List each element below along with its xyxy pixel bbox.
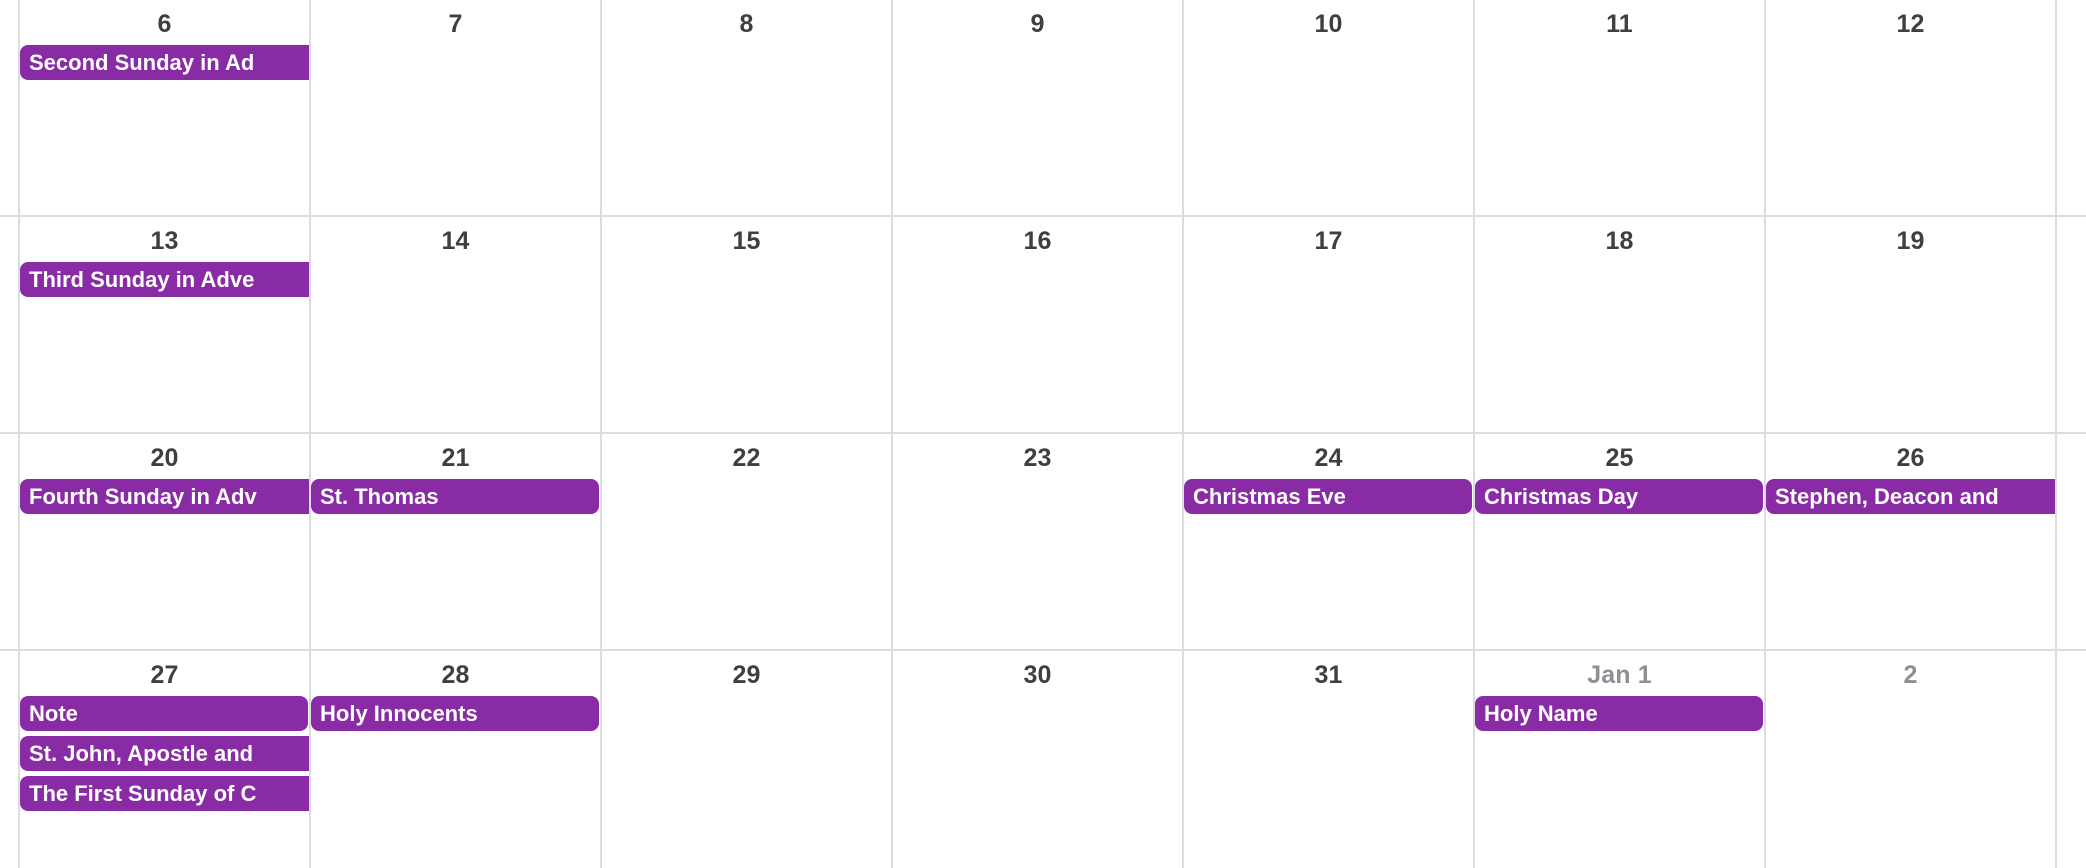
day-number[interactable]: 18: [1475, 226, 1764, 256]
calendar-week-row: 27 Note St. John, Apostle and The First Sun…: [0, 651, 2086, 868]
day-number[interactable]: 11: [1475, 9, 1764, 39]
day-number[interactable]: Jan 1: [1475, 660, 1764, 690]
calendar-day-cell[interactable]: 28 Holy Innocents: [311, 651, 602, 868]
calendar-event-pill[interactable]: Holy Innocents: [311, 696, 599, 731]
calendar-day-cell[interactable]: 22: [602, 434, 893, 649]
calendar-event-pill[interactable]: Christmas Eve: [1184, 479, 1472, 514]
day-number[interactable]: 7: [311, 9, 600, 39]
day-events-list: Fourth Sunday in Adv: [20, 479, 309, 514]
day-number[interactable]: 31: [1184, 660, 1473, 690]
calendar-day-cell[interactable]: 16: [893, 217, 1184, 432]
calendar-day-cell[interactable]: 20 Fourth Sunday in Adv: [20, 434, 311, 649]
day-number[interactable]: 13: [20, 226, 309, 256]
calendar-week-row: 20 Fourth Sunday in Adv 21 St. Thomas 22 23 24…: [0, 434, 2086, 651]
calendar-day-cell[interactable]: 29: [602, 651, 893, 868]
day-events-list: Second Sunday in Ad: [20, 45, 309, 80]
day-number[interactable]: 22: [602, 443, 891, 473]
day-number[interactable]: 8: [602, 9, 891, 39]
calendar-day-cell[interactable]: 25 Christmas Day: [1475, 434, 1766, 649]
calendar-day-cell[interactable]: 10: [1184, 0, 1475, 215]
day-number[interactable]: 25: [1475, 443, 1764, 473]
calendar-day-cell[interactable]: 23: [893, 434, 1184, 649]
day-events-list: Holy Innocents: [311, 696, 600, 731]
calendar-gutter-left: [0, 651, 20, 868]
calendar-day-cell[interactable]: 24 Christmas Eve: [1184, 434, 1475, 649]
day-number[interactable]: 23: [893, 443, 1182, 473]
calendar-day-cell[interactable]: 21 St. Thomas: [311, 434, 602, 649]
calendar-day-cell[interactable]: 17: [1184, 217, 1475, 432]
calendar-day-cell[interactable]: Jan 1 Holy Name: [1475, 651, 1766, 868]
day-number[interactable]: 17: [1184, 226, 1473, 256]
calendar-gutter-left: [0, 434, 20, 649]
calendar-event-pill[interactable]: Christmas Day: [1475, 479, 1763, 514]
calendar-day-cell[interactable]: 12: [1766, 0, 2057, 215]
calendar-day-cell[interactable]: 27 Note St. John, Apostle and The First Sun…: [20, 651, 311, 868]
calendar-week-row: 6 Second Sunday in Ad 7 8 9 10 11 12: [0, 0, 2086, 217]
calendar-gutter-right: [2057, 0, 2086, 215]
day-number[interactable]: 2: [1766, 660, 2055, 690]
calendar-day-cell[interactable]: 11: [1475, 0, 1766, 215]
calendar-day-cell[interactable]: 8: [602, 0, 893, 215]
calendar-event-pill[interactable]: Second Sunday in Ad: [20, 45, 309, 80]
day-number[interactable]: 24: [1184, 443, 1473, 473]
day-number[interactable]: 27: [20, 660, 309, 690]
day-events-list: St. Thomas: [311, 479, 600, 514]
day-number[interactable]: 12: [1766, 9, 2055, 39]
day-number[interactable]: 29: [602, 660, 891, 690]
calendar-gutter-right: [2057, 651, 2086, 868]
calendar-day-cell[interactable]: 7: [311, 0, 602, 215]
calendar-gutter-right: [2057, 434, 2086, 649]
day-events-list: Third Sunday in Adve: [20, 262, 309, 297]
day-number[interactable]: 6: [20, 9, 309, 39]
day-events-list: Christmas Day: [1475, 479, 1764, 514]
day-number[interactable]: 14: [311, 226, 600, 256]
calendar-event-pill[interactable]: St. Thomas: [311, 479, 599, 514]
calendar-event-pill[interactable]: Holy Name: [1475, 696, 1763, 731]
day-events-list: Christmas Eve: [1184, 479, 1473, 514]
day-number[interactable]: 10: [1184, 9, 1473, 39]
calendar-event-pill[interactable]: Fourth Sunday in Adv: [20, 479, 309, 514]
calendar-gutter-left: [0, 0, 20, 215]
calendar-day-cell[interactable]: 2: [1766, 651, 2057, 868]
calendar-gutter-right: [2057, 217, 2086, 432]
day-number[interactable]: 9: [893, 9, 1182, 39]
day-number[interactable]: 26: [1766, 443, 2055, 473]
calendar-day-cell[interactable]: 31: [1184, 651, 1475, 868]
calendar-event-pill[interactable]: Note: [20, 696, 308, 731]
calendar-day-cell[interactable]: 19: [1766, 217, 2057, 432]
calendar-gutter-left: [0, 217, 20, 432]
calendar-day-cell[interactable]: 30: [893, 651, 1184, 868]
calendar-day-cell[interactable]: 6 Second Sunday in Ad: [20, 0, 311, 215]
calendar-day-cell[interactable]: 14: [311, 217, 602, 432]
day-number[interactable]: 28: [311, 660, 600, 690]
day-number[interactable]: 21: [311, 443, 600, 473]
day-events-list: Holy Name: [1475, 696, 1764, 731]
calendar-day-cell[interactable]: 18: [1475, 217, 1766, 432]
calendar-day-cell[interactable]: 13 Third Sunday in Adve: [20, 217, 311, 432]
day-events-list: Note St. John, Apostle and The First Sunda…: [20, 696, 309, 811]
day-number[interactable]: 20: [20, 443, 309, 473]
calendar-day-cell[interactable]: 26 Stephen, Deacon and: [1766, 434, 2057, 649]
calendar-week-row: 13 Third Sunday in Adve 14 15 16 17 18 19: [0, 217, 2086, 434]
calendar-event-pill[interactable]: Third Sunday in Adve: [20, 262, 309, 297]
day-number[interactable]: 19: [1766, 226, 2055, 256]
calendar-day-cell[interactable]: 15: [602, 217, 893, 432]
calendar-event-pill[interactable]: Stephen, Deacon and: [1766, 479, 2055, 514]
day-events-list: Stephen, Deacon and: [1766, 479, 2055, 514]
day-number[interactable]: 30: [893, 660, 1182, 690]
month-calendar-grid: 6 Second Sunday in Ad 7 8 9 10 11 12 13 Third Sun…: [0, 0, 2086, 868]
calendar-event-pill[interactable]: The First Sunday of C: [20, 776, 309, 811]
day-number[interactable]: 15: [602, 226, 891, 256]
calendar-event-pill[interactable]: St. John, Apostle and: [20, 736, 309, 771]
day-number[interactable]: 16: [893, 226, 1182, 256]
calendar-day-cell[interactable]: 9: [893, 0, 1184, 215]
